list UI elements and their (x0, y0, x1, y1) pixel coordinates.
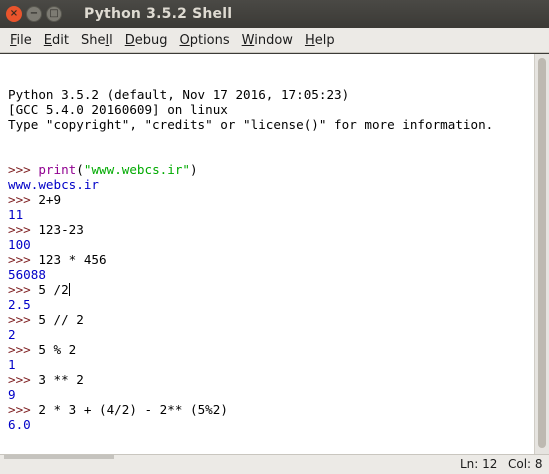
output-line: 6.0 (8, 417, 31, 432)
banner-line: Python 3.5.2 (default, Nov 17 2016, 17:0… (8, 87, 350, 102)
output-line: 1 (8, 357, 16, 372)
shell-prompt: >>> (8, 312, 39, 327)
status-bar: Ln: 12 Col: 8 (0, 454, 549, 474)
output-line: 56088 (8, 267, 46, 282)
menu-item-shell[interactable]: Shell (75, 33, 119, 48)
input-token: 5 // 2 (38, 312, 84, 327)
menu-item-help[interactable]: Help (299, 33, 341, 48)
title-bar: × − □ Python 3.5.2 Shell (0, 0, 549, 28)
menu-item-file[interactable]: File (4, 33, 38, 48)
text-cursor (68, 283, 70, 296)
menu-item-debug[interactable]: Debug (119, 33, 174, 48)
input-token: print (38, 162, 77, 177)
output-line: 2 (8, 327, 16, 342)
input-token: 3 ** 2 (38, 372, 84, 387)
input-line: >>> 123 * 456 (8, 252, 534, 267)
input-token: "www.webcs.ir" (83, 162, 191, 177)
shell-prompt: >>> (8, 252, 39, 267)
output-line: 100 (8, 237, 31, 252)
input-token: 5 /2 (38, 282, 69, 297)
window-controls: × − □ (6, 6, 62, 22)
shell-prompt: >>> (8, 282, 39, 297)
input-token: 2+9 (38, 192, 62, 207)
shell-output-area[interactable]: Python 3.5.2 (default, Nov 17 2016, 17:0… (0, 54, 534, 454)
input-line: >>> print("www.webcs.ir") (8, 162, 534, 177)
banner-line: [GCC 5.4.0 20160609] on linux (8, 102, 228, 117)
scrollbar-thumb[interactable] (538, 58, 546, 448)
input-line: >>> 5 /2 (8, 282, 534, 297)
input-token: ) (190, 162, 198, 177)
close-icon[interactable]: × (6, 6, 22, 22)
output-line: www.webcs.ir (8, 177, 99, 192)
menu-bar: File Edit Shell Debug Options Window Help (0, 28, 549, 53)
shell-prompt: >>> (8, 192, 39, 207)
shell-history: >>> print("www.webcs.ir") www.webcs.ir >>>… (8, 162, 534, 432)
vertical-scrollbar[interactable] (534, 54, 549, 454)
input-token: 123 * 456 (38, 252, 107, 267)
input-line: >>> 5 // 2 (8, 312, 534, 327)
status-line-number: Ln: 12 (460, 457, 498, 471)
maximize-icon[interactable]: □ (46, 6, 62, 22)
input-token: 2 * 3 + (4/2) - 2** (5%2) (38, 402, 228, 417)
menu-item-edit[interactable]: Edit (38, 33, 75, 48)
shell-banner: Python 3.5.2 (default, Nov 17 2016, 17:0… (8, 87, 534, 132)
input-line: >>> 5 % 2 (8, 342, 534, 357)
shell-prompt: >>> (8, 342, 39, 357)
input-token: ( (76, 162, 84, 177)
menu-item-options[interactable]: Options (173, 33, 235, 48)
input-token: 5 % 2 (38, 342, 77, 357)
output-line: 9 (8, 387, 16, 402)
output-line: 2.5 (8, 297, 31, 312)
input-line: >>> 3 ** 2 (8, 372, 534, 387)
output-line: 11 (8, 207, 24, 222)
input-line: >>> 123-23 (8, 222, 534, 237)
input-line: >>> 2+9 (8, 192, 534, 207)
input-token: 123-23 (38, 222, 84, 237)
input-line: >>> 2 * 3 + (4/2) - 2** (5%2) (8, 402, 534, 417)
shell-prompt: >>> (8, 162, 39, 177)
minimize-icon[interactable]: − (26, 6, 42, 22)
status-column-number: Col: 8 (508, 457, 543, 471)
menu-item-window[interactable]: Window (236, 33, 299, 48)
banner-line: Type "copyright", "credits" or "license(… (8, 117, 494, 132)
shell-prompt: >>> (8, 402, 39, 417)
status-bar-divider (4, 455, 114, 459)
shell-prompt: >>> (8, 372, 39, 387)
shell-prompt: >>> (8, 222, 39, 237)
window-title: Python 3.5.2 Shell (84, 6, 233, 22)
